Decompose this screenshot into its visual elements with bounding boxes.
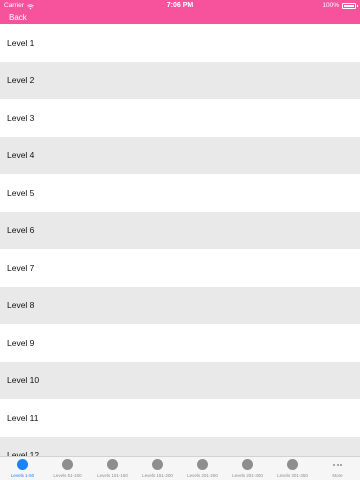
level-list[interactable]: Level 1 Level 2 Level 3 Level 4 Level 5 … bbox=[0, 24, 360, 456]
tab-levels-51-100[interactable]: Levels 51-100 bbox=[45, 457, 90, 480]
status-bar: Carrier 7:06 PM 100% bbox=[0, 0, 360, 11]
status-right: 100% bbox=[322, 0, 358, 11]
level-row[interactable]: Level 9 bbox=[0, 324, 360, 362]
tab-bar: Levels 1-50 Levels 51-100 Levels 101-150… bbox=[0, 456, 360, 480]
tab-levels-201-250[interactable]: Levels 201-250 bbox=[180, 457, 225, 480]
tab-levels-101-150[interactable]: Levels 101-150 bbox=[90, 457, 135, 480]
tab-label: Levels 51-100 bbox=[53, 473, 82, 478]
tab-label: Levels 151-200 bbox=[142, 473, 173, 478]
circle-icon bbox=[152, 459, 163, 470]
level-row[interactable]: Level 10 bbox=[0, 361, 360, 399]
level-row[interactable]: Level 6 bbox=[0, 211, 360, 249]
level-row[interactable]: Level 3 bbox=[0, 99, 360, 137]
level-row[interactable]: Level 11 bbox=[0, 399, 360, 437]
level-row[interactable]: Level 4 bbox=[0, 136, 360, 174]
level-row[interactable]: Level 5 bbox=[0, 174, 360, 212]
circle-icon bbox=[287, 459, 298, 470]
level-row[interactable]: Level 8 bbox=[0, 286, 360, 324]
tab-levels-301-350[interactable]: Levels 301-350 bbox=[270, 457, 315, 480]
tab-levels-151-200[interactable]: Levels 151-200 bbox=[135, 457, 180, 480]
tab-label: Levels 101-150 bbox=[97, 473, 128, 478]
level-row[interactable]: Level 12 bbox=[0, 436, 360, 456]
tab-label: Levels 251-300 bbox=[232, 473, 263, 478]
circle-icon bbox=[107, 459, 118, 470]
more-dots-icon bbox=[332, 459, 343, 470]
level-row[interactable]: Level 2 bbox=[0, 61, 360, 99]
circle-icon bbox=[242, 459, 253, 470]
tab-more[interactable]: More bbox=[315, 457, 360, 480]
tab-label: More bbox=[332, 473, 343, 478]
tab-levels-251-300[interactable]: Levels 251-300 bbox=[225, 457, 270, 480]
status-time: 7:06 PM bbox=[166, 2, 194, 9]
tab-label: Levels 301-350 bbox=[277, 473, 308, 478]
tab-label: Levels 1-50 bbox=[10, 473, 35, 478]
circle-icon bbox=[17, 459, 28, 470]
back-button[interactable]: Back bbox=[9, 11, 27, 24]
battery-icon bbox=[342, 2, 358, 9]
battery-percent: 100% bbox=[322, 2, 339, 9]
level-row[interactable]: Level 1 bbox=[0, 24, 360, 62]
tab-levels-1-50[interactable]: Levels 1-50 bbox=[0, 457, 45, 480]
tab-label: Levels 201-250 bbox=[187, 473, 218, 478]
circle-icon bbox=[197, 459, 208, 470]
circle-icon bbox=[62, 459, 73, 470]
level-row[interactable]: Level 7 bbox=[0, 249, 360, 287]
navigation-bar: Back bbox=[0, 11, 360, 24]
